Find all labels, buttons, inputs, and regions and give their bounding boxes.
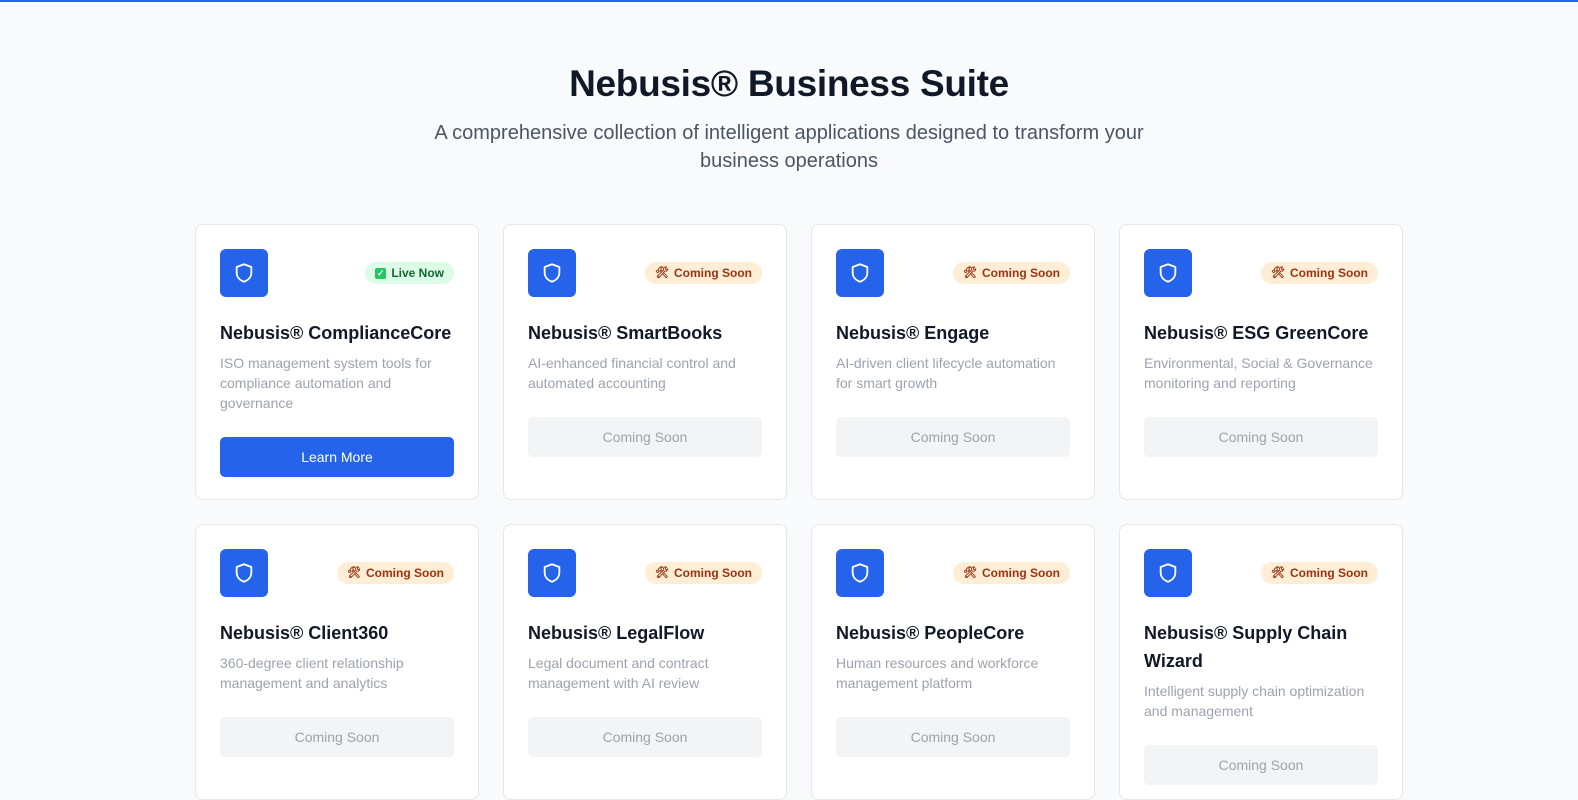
status-badge-label: Coming Soon bbox=[1290, 566, 1368, 580]
app-card: 🛠 Coming Soon Nebusis® LegalFlow Legal docu… bbox=[503, 524, 787, 800]
card-header: 🛠 Coming Soon bbox=[528, 549, 762, 597]
coming-soon-button: Coming Soon bbox=[836, 717, 1070, 757]
status-badge: 🛠 Coming Soon bbox=[953, 262, 1070, 284]
shield-icon bbox=[836, 249, 884, 297]
app-card: 🛠 Coming Soon Nebusis® Engage AI-driven cli… bbox=[811, 224, 1095, 500]
app-name: Nebusis® Engage bbox=[836, 323, 990, 343]
page-header: Nebusis® Business Suite A comprehensive … bbox=[0, 62, 1578, 175]
app-name: Nebusis® LegalFlow bbox=[528, 623, 705, 643]
card-header: 🛠 Coming Soon bbox=[220, 549, 454, 597]
card-header: ✓ Live Now bbox=[220, 249, 454, 297]
status-badge-label: Coming Soon bbox=[982, 566, 1060, 580]
status-badge-label: Coming Soon bbox=[982, 266, 1060, 280]
app-name: Nebusis® PeopleCore bbox=[836, 623, 1025, 643]
status-badge: ✓ Live Now bbox=[365, 262, 454, 284]
coming-soon-button: Coming Soon bbox=[1144, 417, 1378, 457]
tools-icon: 🛠 bbox=[655, 266, 669, 279]
app-name: Nebusis® SmartBooks bbox=[528, 323, 723, 343]
status-badge: 🛠 Coming Soon bbox=[645, 262, 762, 284]
card-header: 🛠 Coming Soon bbox=[528, 249, 762, 297]
status-badge: 🛠 Coming Soon bbox=[337, 562, 454, 584]
card-header: 🛠 Coming Soon bbox=[836, 249, 1070, 297]
tools-icon: 🛠 bbox=[963, 566, 977, 579]
status-badge: 🛠 Coming Soon bbox=[1261, 562, 1378, 584]
app-name: Nebusis® Client360 bbox=[220, 623, 389, 643]
shield-icon bbox=[220, 549, 268, 597]
app-description: 360-degree client relationship managemen… bbox=[220, 655, 404, 691]
tools-icon: 🛠 bbox=[1271, 266, 1285, 279]
status-badge: 🛠 Coming Soon bbox=[953, 562, 1070, 584]
shield-icon bbox=[528, 249, 576, 297]
coming-soon-button: Coming Soon bbox=[528, 717, 762, 757]
check-icon: ✓ bbox=[375, 267, 387, 279]
app-description: AI-driven client lifecycle automation fo… bbox=[836, 355, 1056, 391]
shield-icon bbox=[1144, 549, 1192, 597]
status-badge: 🛠 Coming Soon bbox=[645, 562, 762, 584]
app-description: Human resources and workforce management… bbox=[836, 655, 1039, 691]
app-description: Legal document and contract management w… bbox=[528, 655, 709, 691]
status-badge: 🛠 Coming Soon bbox=[1261, 262, 1378, 284]
app-card: 🛠 Coming Soon Nebusis® PeopleCore Human res… bbox=[811, 524, 1095, 800]
app-card: 🛠 Coming Soon Nebusis® Supply Chain Wizard… bbox=[1119, 524, 1403, 800]
card-header: 🛠 Coming Soon bbox=[1144, 249, 1378, 297]
status-badge-label: Coming Soon bbox=[366, 566, 444, 580]
app-name: Nebusis® Supply Chain Wizard bbox=[1144, 623, 1348, 671]
app-name: Nebusis® ESG GreenCore bbox=[1144, 323, 1369, 343]
learn-more-button[interactable]: Learn More bbox=[220, 437, 454, 477]
shield-icon bbox=[528, 549, 576, 597]
status-badge-label: Live Now bbox=[391, 266, 444, 280]
tools-icon: 🛠 bbox=[655, 566, 669, 579]
app-name: Nebusis® ComplianceCore bbox=[220, 323, 452, 343]
shield-icon bbox=[836, 549, 884, 597]
shield-icon bbox=[220, 249, 268, 297]
tools-icon: 🛠 bbox=[347, 566, 361, 579]
app-grid: ✓ Live Now Nebusis® ComplianceCore ISO mana… bbox=[195, 224, 1403, 800]
coming-soon-button: Coming Soon bbox=[220, 717, 454, 757]
status-badge-label: Coming Soon bbox=[1290, 266, 1368, 280]
status-badge-label: Coming Soon bbox=[674, 566, 752, 580]
coming-soon-button: Coming Soon bbox=[528, 417, 762, 457]
card-header: 🛠 Coming Soon bbox=[836, 549, 1070, 597]
app-description: AI-enhanced financial control and automa… bbox=[528, 355, 736, 391]
shield-icon bbox=[1144, 249, 1192, 297]
tools-icon: 🛠 bbox=[963, 266, 977, 279]
page-subtitle: A comprehensive collection of intelligen… bbox=[434, 122, 1144, 172]
top-accent-bar bbox=[0, 0, 1578, 2]
status-badge-label: Coming Soon bbox=[674, 266, 752, 280]
coming-soon-button: Coming Soon bbox=[836, 417, 1070, 457]
tools-icon: 🛠 bbox=[1271, 566, 1285, 579]
coming-soon-button: Coming Soon bbox=[1144, 745, 1378, 785]
app-card: 🛠 Coming Soon Nebusis® SmartBooks AI-enhanc… bbox=[503, 224, 787, 500]
app-card: 🛠 Coming Soon Nebusis® ESG GreenCore Enviro… bbox=[1119, 224, 1403, 500]
app-description: Environmental, Social & Governance monit… bbox=[1144, 355, 1373, 391]
app-card: 🛠 Coming Soon Nebusis® Client360 360-degree… bbox=[195, 524, 479, 800]
app-card: ✓ Live Now Nebusis® ComplianceCore ISO mana… bbox=[195, 224, 479, 500]
app-description: ISO management system tools for complian… bbox=[220, 355, 432, 411]
card-header: 🛠 Coming Soon bbox=[1144, 549, 1378, 597]
page-title: Nebusis® Business Suite bbox=[569, 63, 1009, 104]
app-description: Intelligent supply chain optimization an… bbox=[1144, 683, 1365, 719]
